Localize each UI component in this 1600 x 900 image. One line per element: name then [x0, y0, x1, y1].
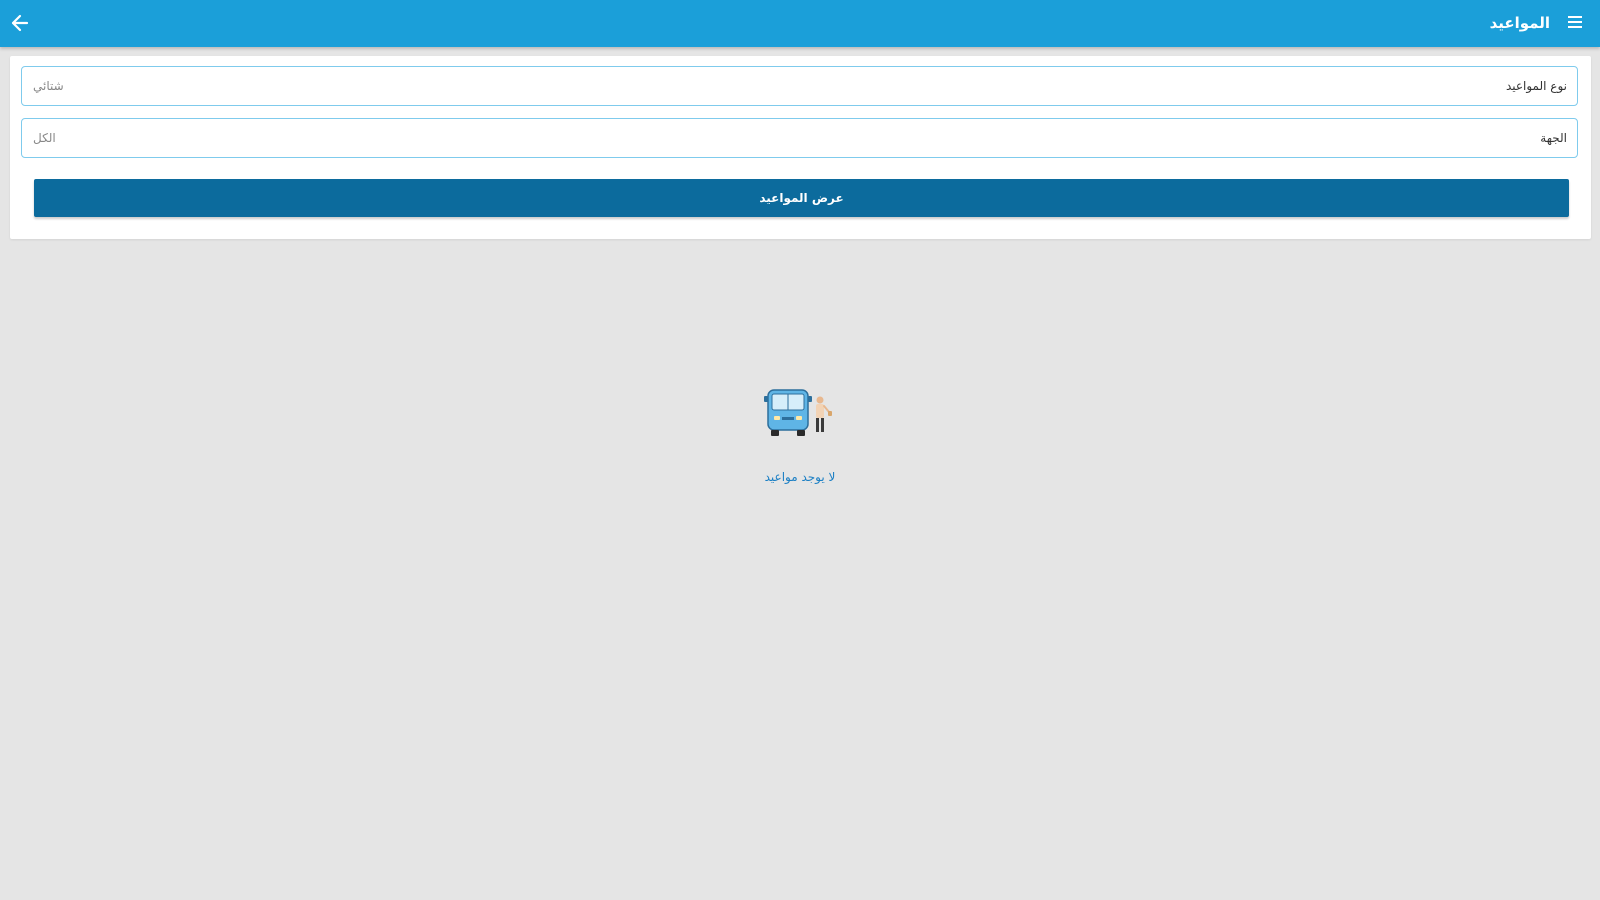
menu-button[interactable]: [1568, 16, 1582, 30]
filter-card: نوع المواعيد شتائي الجهة الكل عرض المواع…: [10, 56, 1591, 239]
direction-value: الكل: [33, 131, 56, 145]
menu-icon: [1568, 16, 1582, 28]
schedule-type-select[interactable]: نوع المواعيد شتائي: [21, 66, 1578, 106]
direction-label: الجهة: [1540, 131, 1567, 145]
schedule-type-value: شتائي: [33, 79, 64, 93]
schedule-type-label: نوع المواعيد: [1505, 79, 1567, 93]
empty-state-message: لا يوجد مواعيد: [764, 470, 836, 484]
show-schedules-button[interactable]: عرض المواعيد: [34, 179, 1569, 217]
direction-select[interactable]: الجهة الكل: [21, 118, 1578, 158]
app-bar: المواعيد: [0, 0, 1600, 47]
back-button[interactable]: [9, 12, 31, 34]
page-title: المواعيد: [1489, 14, 1550, 32]
bus-with-passenger-illustration: [764, 386, 836, 442]
arrow-left-icon: [11, 14, 29, 32]
